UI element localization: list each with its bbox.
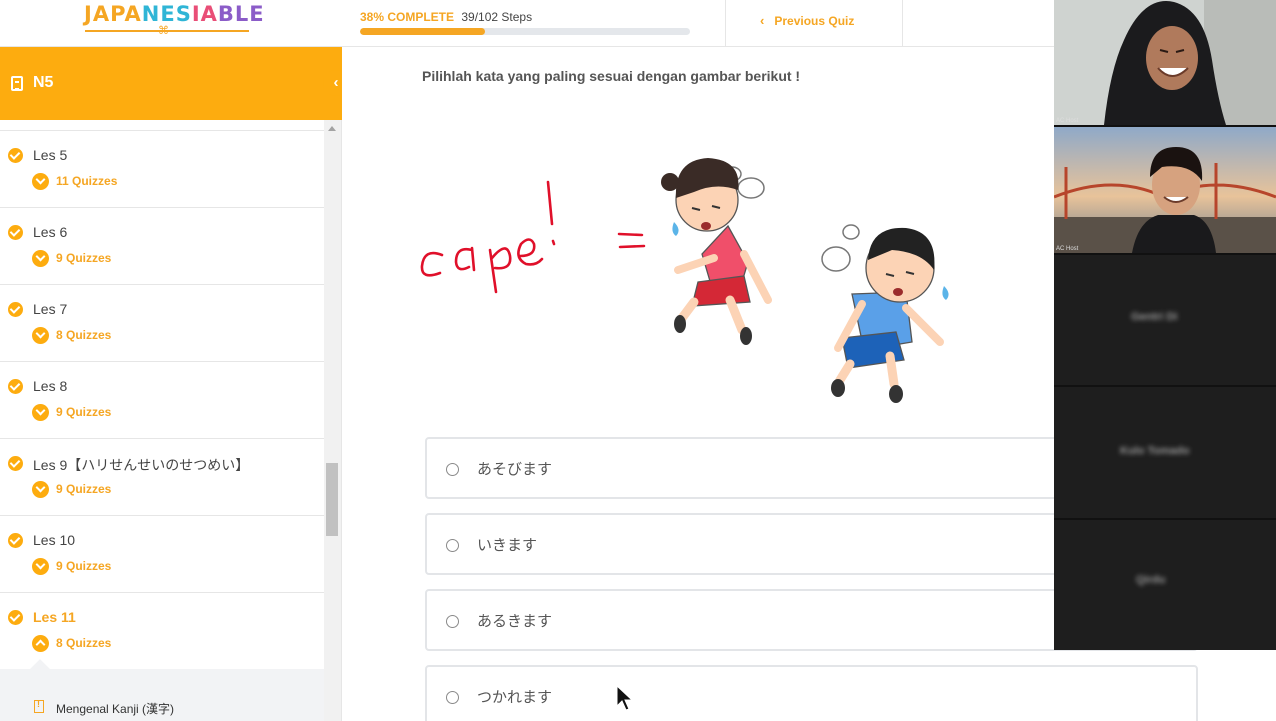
check-icon bbox=[8, 379, 23, 394]
previous-quiz-button[interactable]: ‹ Previous Quiz bbox=[760, 13, 854, 28]
quiz-count[interactable]: 8 Quizzes bbox=[56, 328, 111, 342]
check-icon bbox=[8, 610, 23, 625]
host-tag: AC Host bbox=[1056, 118, 1079, 124]
video-tile-participant-1[interactable]: Gentri Di bbox=[1054, 255, 1276, 387]
video-tile-participant-3[interactable]: Qirdu bbox=[1054, 520, 1276, 650]
logo[interactable]: JAPANESIABLE bbox=[84, 2, 265, 26]
quiz-count[interactable]: 11 Quizzes bbox=[56, 174, 117, 188]
participant-name: Kulo Tomado bbox=[1120, 445, 1190, 457]
quiz-count[interactable]: 9 Quizzes bbox=[56, 559, 111, 573]
check-icon bbox=[8, 533, 23, 548]
video-call-panel: AC Host AC Host Gentri Di Kulo Tomado Qi… bbox=[1054, 0, 1276, 650]
radio-button[interactable] bbox=[446, 463, 459, 476]
participant-name: Gentri Di bbox=[1131, 311, 1178, 323]
lesson-item-les-9[interactable]: Les 9【ハリせんせいのせつめい】 9 Quizzes bbox=[0, 439, 324, 516]
progress-bar bbox=[360, 28, 690, 35]
quiz-count[interactable]: 9 Quizzes bbox=[56, 482, 111, 496]
scroll-up-arrow[interactable] bbox=[328, 126, 336, 131]
course-title: N5 bbox=[33, 74, 54, 91]
book-icon bbox=[11, 76, 23, 91]
participant-video bbox=[1054, 0, 1276, 125]
chevron-down-icon[interactable] bbox=[32, 404, 49, 421]
answer-label: つかれます bbox=[477, 688, 553, 706]
host-tag: AC Host bbox=[1056, 246, 1079, 252]
chevron-left-icon: ‹ bbox=[760, 13, 765, 28]
video-tile-host-2[interactable]: AC Host bbox=[1054, 127, 1276, 255]
lesson-item-les-11[interactable]: Les 11 8 Quizzes bbox=[0, 593, 324, 670]
lesson-item-les-7[interactable]: Les 7 8 Quizzes bbox=[0, 285, 324, 362]
course-header[interactable]: N5 bbox=[0, 47, 342, 120]
progress-steps: 39/102 Steps bbox=[461, 10, 533, 24]
course-sidebar: N5 ‹ Les 5 11 Quizzes Les 6 9 Quizzes Le… bbox=[0, 47, 349, 721]
answer-label: いきます bbox=[477, 536, 538, 554]
ribbon-icon: ⌘ bbox=[158, 25, 169, 37]
answer-label: あるきます bbox=[477, 612, 553, 630]
lesson-item-les-10[interactable]: Les 10 9 Quizzes bbox=[0, 516, 324, 593]
participant-name: Qirdu bbox=[1136, 574, 1166, 586]
radio-button[interactable] bbox=[446, 539, 459, 552]
header-divider bbox=[725, 0, 726, 46]
lesson-name: Les 8 bbox=[33, 378, 68, 394]
check-icon bbox=[8, 302, 23, 317]
participant-video bbox=[1054, 127, 1276, 253]
answer-label: あそびます bbox=[477, 460, 553, 478]
check-icon bbox=[8, 148, 23, 163]
radio-button[interactable] bbox=[446, 691, 459, 704]
chevron-down-icon[interactable] bbox=[32, 250, 49, 267]
quiz-illustration bbox=[420, 158, 949, 403]
progress-percent: 38% COMPLETE bbox=[360, 10, 455, 24]
video-tile-host-1[interactable]: AC Host bbox=[1054, 0, 1276, 127]
chevron-down-icon[interactable] bbox=[32, 327, 49, 344]
tired-boy-illustration bbox=[821, 224, 949, 403]
check-icon bbox=[8, 225, 23, 240]
check-icon bbox=[8, 456, 23, 471]
lesson-item-les-8[interactable]: Les 8 9 Quizzes bbox=[0, 362, 324, 439]
progress-bar-fill bbox=[360, 28, 486, 35]
radio-button[interactable] bbox=[446, 615, 459, 628]
chevron-up-icon[interactable] bbox=[32, 635, 49, 652]
lesson-item-les-5[interactable]: Les 5 11 Quizzes bbox=[0, 131, 324, 208]
quiz-count[interactable]: 8 Quizzes bbox=[56, 636, 111, 650]
header-divider bbox=[902, 0, 903, 46]
quiz-page: JAPANESIABLE ⌘ 38% COMPLETE 39/102 Steps… bbox=[0, 0, 1276, 721]
lesson-name: Les 5 bbox=[33, 147, 68, 163]
quiz-count[interactable]: 9 Quizzes bbox=[56, 251, 111, 265]
video-tile-participant-2[interactable]: Kulo Tomado bbox=[1054, 387, 1276, 520]
lesson-name: Les 6 bbox=[33, 224, 68, 240]
lesson-name: Les 7 bbox=[33, 301, 68, 317]
lesson-item-les-6[interactable]: Les 6 9 Quizzes bbox=[0, 208, 324, 285]
quiz-count[interactable]: 9 Quizzes bbox=[56, 405, 111, 419]
lesson-name: Les 11 bbox=[33, 609, 76, 625]
mouse-cursor-icon bbox=[616, 684, 634, 711]
scrollbar-thumb[interactable] bbox=[326, 463, 338, 536]
chevron-down-icon[interactable] bbox=[32, 558, 49, 575]
answer-option-4[interactable]: つかれます bbox=[425, 665, 1198, 721]
sub-item-mengenal-kanji[interactable]: Mengenal Kanji (漢字) bbox=[56, 700, 174, 717]
progress-label: 38% COMPLETE 39/102 Steps bbox=[360, 10, 532, 24]
lesson-name: Les 9【ハリせんせいのせつめい】 bbox=[33, 457, 250, 473]
previous-quiz-label: Previous Quiz bbox=[774, 14, 855, 28]
chevron-down-icon[interactable] bbox=[32, 481, 49, 498]
lesson-list: Les 5 11 Quizzes Les 6 9 Quizzes Les 7 8… bbox=[0, 120, 324, 721]
question-text: Pilihlah kata yang paling sesuai dengan … bbox=[422, 68, 801, 84]
handwritten-annotation bbox=[420, 180, 646, 294]
lesson-sub-panel: Mengenal Kanji (漢字) bbox=[0, 659, 324, 721]
tired-girl-illustration bbox=[661, 158, 772, 345]
chevron-down-icon[interactable] bbox=[32, 173, 49, 190]
lesson-item-partial bbox=[0, 120, 324, 131]
lesson-name: Les 10 bbox=[33, 532, 76, 548]
document-icon bbox=[34, 699, 44, 713]
sidebar-scrollbar[interactable] bbox=[324, 120, 341, 721]
